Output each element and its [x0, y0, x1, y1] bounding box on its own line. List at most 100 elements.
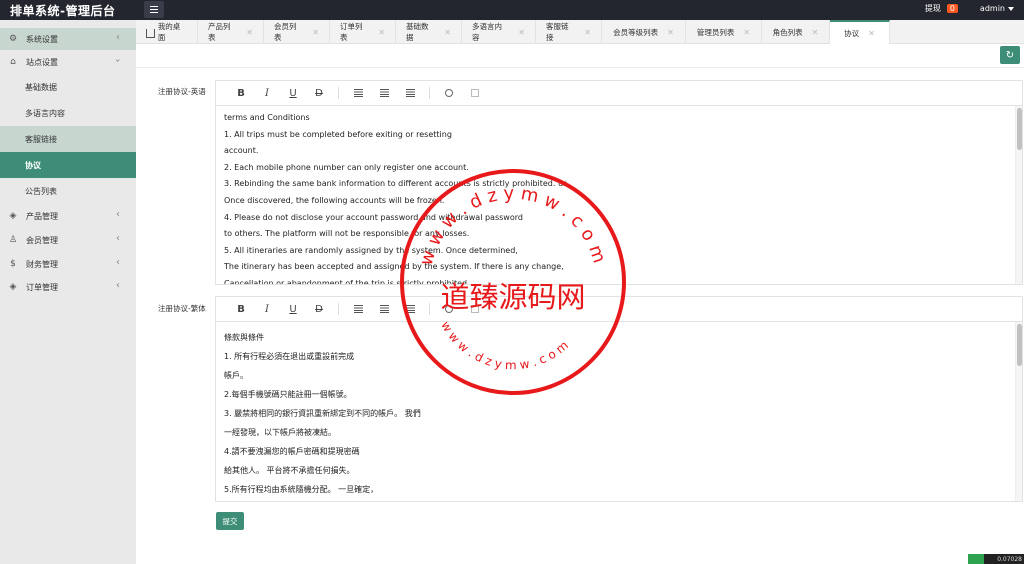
align-left-icon [353, 89, 363, 97]
toolbar-divider [429, 303, 430, 315]
sidebar-item-orders[interactable]: ◈ 订单管理 ‹ [0, 276, 136, 298]
editor-line: 4. Please do not disclose your account p… [224, 212, 523, 222]
italic-button[interactable]: I [254, 304, 280, 315]
close-icon[interactable]: ✕ [667, 28, 674, 37]
tab-label: 客服链接 [546, 22, 569, 42]
toolbar-divider [338, 87, 339, 99]
link-button[interactable] [436, 87, 462, 99]
tab-orders[interactable]: 订单列表 ✕ [330, 20, 396, 44]
home-icon: ⌂ [10, 57, 16, 67]
strikethrough-button[interactable]: D [306, 304, 332, 315]
tab-member-levels[interactable]: 会员等级列表 ✕ [602, 20, 686, 44]
close-icon[interactable]: ✕ [743, 28, 750, 37]
tab-agreement[interactable]: 协议 ✕ [830, 20, 890, 44]
editor-content-tw[interactable]: 條款與條件 1. 所有行程必須在退出或重設前完成 帳戶。 2.每個手機號碼只能註… [216, 322, 1022, 501]
sidebar-item-label: 财务管理 [26, 259, 58, 269]
home-icon [146, 28, 155, 38]
sidebar-item-finance[interactable]: $ 财务管理 ‹ [0, 253, 136, 275]
underline-button[interactable]: U [280, 304, 306, 315]
align-left-button[interactable] [345, 89, 371, 97]
editor-line: The itinerary has been accepted and assi… [224, 262, 564, 272]
bold-button[interactable]: B [228, 88, 254, 99]
close-icon[interactable]: ✕ [584, 28, 591, 37]
italic-button[interactable]: I [254, 88, 280, 99]
close-icon[interactable]: ✕ [812, 28, 819, 37]
cubes-icon: ◈ [9, 282, 17, 292]
close-icon[interactable]: ✕ [868, 29, 875, 38]
close-icon[interactable]: ✕ [246, 28, 253, 37]
editor-line: 4.請不要洩漏您的帳戶密碼和提現密碼 [224, 447, 360, 456]
cube-icon: ◈ [9, 211, 17, 221]
sidebar-item-notice-list[interactable]: 公告列表 [0, 178, 136, 204]
tab-admins[interactable]: 管理员列表 ✕ [686, 20, 762, 44]
sidebar-item-agreement[interactable]: 协议 [0, 152, 136, 178]
menu-toggle-button[interactable] [144, 1, 164, 18]
sidebar-item-system-settings[interactable]: ⚙ 系统设置 ‹ [0, 28, 136, 50]
align-left-button[interactable] [345, 305, 371, 313]
close-icon[interactable]: ✕ [378, 28, 385, 37]
sidebar-item-basic-data[interactable]: 基础数据 [0, 74, 136, 100]
tab-label: 基础数据 [406, 22, 429, 42]
sidebar-item-label: 协议 [25, 160, 41, 170]
editor-line: 給其他人。 平台將不承擔任何損失。 [224, 466, 355, 475]
tab-desktop[interactable]: 我的桌面 [136, 20, 198, 44]
sidebar-item-products[interactable]: ◈ 产品管理 ‹ [0, 205, 136, 227]
underline-button[interactable]: U [280, 88, 306, 99]
editor-line: 條款與條件 [224, 333, 264, 342]
user-name: admin [979, 4, 1005, 13]
editor-line: 3. 嚴禁將相同的銀行資訊重新綁定到不同的帳戶。 我們 [224, 409, 421, 418]
tab-members[interactable]: 会员列表 ✕ [264, 20, 330, 44]
sidebar-item-service-link[interactable]: 客服链接 [0, 126, 136, 152]
user-icon: ♙ [8, 235, 18, 245]
sidebar-item-label: 客服链接 [25, 134, 57, 144]
sidebar-item-multilang[interactable]: 多语言内容 [0, 100, 136, 126]
tab-products[interactable]: 产品列表 ✕ [198, 20, 264, 44]
align-right-button[interactable] [397, 305, 423, 313]
bold-button[interactable]: B [228, 304, 254, 315]
editor-en: B I U D terms and Conditions 1. All trip… [215, 80, 1023, 285]
tab-label: 角色列表 [772, 27, 803, 37]
align-center-button[interactable] [371, 305, 397, 313]
image-button[interactable] [462, 89, 488, 97]
align-center-button[interactable] [371, 89, 397, 97]
tab-label: 会员列表 [274, 22, 297, 42]
close-icon[interactable]: ✕ [312, 28, 319, 37]
close-icon[interactable]: ✕ [444, 28, 451, 37]
withdraw-link[interactable]: 提现 [925, 3, 941, 14]
strikethrough-button[interactable]: D [306, 88, 332, 99]
editor-scrollbar[interactable] [1015, 322, 1022, 501]
sidebar-item-label: 基础数据 [25, 82, 57, 92]
scrollbar-thumb[interactable] [1017, 324, 1022, 366]
scrollbar-thumb[interactable] [1017, 108, 1022, 150]
user-menu[interactable]: admin [980, 4, 1014, 13]
align-center-icon [379, 89, 389, 97]
footer-badge-text: 0.07028 [997, 555, 1022, 563]
tab-service-link[interactable]: 客服链接 ✕ [536, 20, 602, 44]
app-title: 排单系统-管理后台 [10, 4, 116, 18]
close-icon[interactable]: ✕ [518, 28, 525, 37]
submit-button[interactable]: 提交 [216, 512, 244, 530]
toolbar-divider [338, 303, 339, 315]
chevron-left-icon: ‹ [116, 280, 120, 291]
sidebar-item-members[interactable]: ♙ 会员管理 ‹ [0, 229, 136, 251]
align-left-icon [353, 305, 363, 313]
dollar-icon: $ [10, 259, 16, 269]
field-label-tw: 注册协议-繁体 [158, 304, 206, 313]
chevron-left-icon: ‹ [116, 233, 120, 244]
tab-multilang[interactable]: 多语言内容 ✕ [462, 20, 536, 44]
sidebar-item-site-settings[interactable]: ⌂ 站点设置 ‹ [0, 51, 136, 73]
image-button[interactable] [462, 305, 488, 313]
align-right-button[interactable] [397, 89, 423, 97]
tab-basic-data[interactable]: 基础数据 ✕ [396, 20, 462, 44]
status-indicator [968, 554, 984, 564]
editor-content-en[interactable]: terms and Conditions 1. All trips must b… [216, 106, 1022, 284]
tab-roles[interactable]: 角色列表 ✕ [762, 20, 830, 44]
editor-scrollbar[interactable] [1015, 106, 1022, 284]
align-center-icon [379, 305, 389, 313]
editor-line: Cancellation or abandonment of the trip … [224, 278, 470, 284]
top-bar: 排单系统-管理后台 提现 0 admin [0, 0, 1024, 20]
editor-toolbar: B I U D [216, 297, 1022, 322]
editor-line: terms and Conditions [224, 113, 310, 122]
link-button[interactable] [436, 303, 462, 315]
refresh-button[interactable]: ↻ [1000, 46, 1020, 64]
